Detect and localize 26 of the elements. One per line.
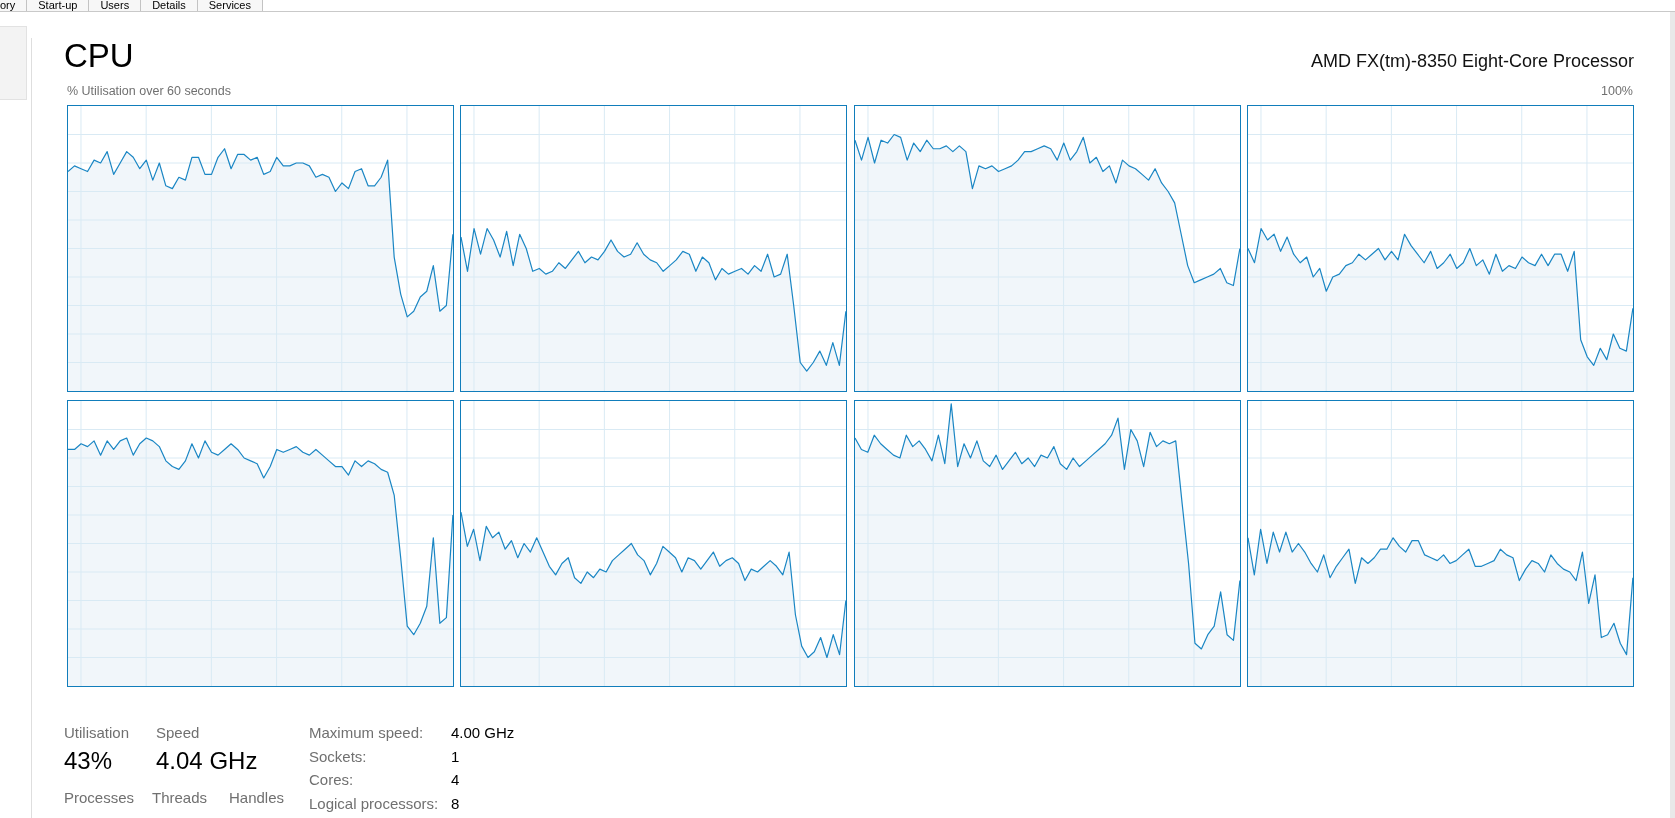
page-title: CPU: [64, 36, 134, 76]
tab[interactable]: Start-up: [27, 0, 90, 11]
stat-value: 4.04 GHz: [156, 747, 258, 775]
tab[interactable]: Users: [89, 0, 142, 11]
spec-value: 1: [451, 746, 460, 767]
graph-max-label: 100%: [1601, 84, 1633, 99]
stat-label: Threads: [152, 789, 208, 807]
spec-label: Cores:: [309, 770, 354, 791]
stat-label: Handles: [229, 789, 285, 807]
stat-label: Speed: [156, 724, 200, 742]
scrollbar-track[interactable]: [1670, 12, 1675, 818]
graph-caption: % Utilisation over 60 seconds: [67, 84, 231, 99]
tab[interactable]: ory: [0, 0, 28, 11]
tab[interactable]: Services: [197, 0, 263, 11]
tab[interactable]: Details: [141, 0, 198, 11]
sidebar-item[interactable]: [0, 26, 27, 100]
stat-label: Utilisation: [64, 724, 130, 742]
spec-value: 8: [451, 793, 460, 814]
spec-label: Maximum speed:: [309, 723, 424, 743]
spec-value: 4.00 GHz: [451, 723, 515, 743]
spec-value: 4: [451, 770, 460, 791]
processor-name: AMD FX(tm)-8350 Eight-Core Processor: [1310, 50, 1634, 72]
spec-label: Logical processors:: [309, 793, 439, 814]
spec-label: Sockets:: [309, 746, 367, 767]
stat-value: 43%: [64, 747, 113, 775]
stat-label: Processes: [64, 789, 135, 807]
